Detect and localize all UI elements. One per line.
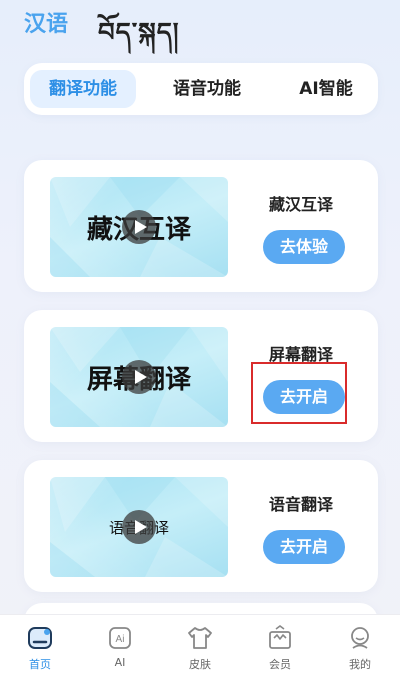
tab-ai[interactable]: AI智能 — [278, 70, 374, 108]
top-header: 汉语 བོད་སྐད། — [0, 0, 400, 50]
tab-translation[interactable]: 翻译功能 — [30, 70, 136, 108]
enable-button[interactable]: 去开启 — [263, 530, 345, 564]
nav-label: 我的 — [349, 658, 371, 671]
nav-ai[interactable]: Ai AI — [90, 623, 150, 669]
shirt-icon — [188, 627, 212, 649]
nav-label: AI — [114, 656, 126, 669]
feature-card-voice-translation: 语音翻译 语音翻译 去开启 — [24, 460, 378, 592]
home-icon — [28, 627, 52, 649]
play-icon[interactable] — [122, 360, 156, 394]
feature-card-screen-translation: 屏幕翻译 屏幕翻译 去开启 — [24, 310, 378, 442]
bottom-nav: 首页 Ai AI 皮肤 会员 我的 — [0, 614, 400, 677]
play-icon[interactable] — [122, 210, 156, 244]
highlight-box — [251, 362, 347, 424]
nav-label: 会员 — [269, 658, 291, 671]
language-chinese[interactable]: 汉语 — [24, 6, 68, 38]
svg-text:Ai: Ai — [116, 634, 125, 645]
card-title: 语音翻译 — [268, 495, 333, 514]
feature-card-tibetan-chinese: 藏汉互译 藏汉互译 去体验 — [24, 160, 378, 292]
nav-member[interactable]: 会员 — [250, 623, 310, 672]
nav-profile[interactable]: 我的 — [330, 623, 390, 672]
nav-skin[interactable]: 皮肤 — [170, 623, 230, 672]
try-button[interactable]: 去体验 — [263, 230, 345, 264]
card-title: 藏汉互译 — [268, 195, 333, 214]
video-thumbnail[interactable]: 语音翻译 — [50, 477, 228, 577]
nav-label: 首页 — [29, 658, 51, 671]
nav-label: 皮肤 — [189, 658, 211, 671]
ai-icon: Ai — [109, 627, 131, 649]
crown-icon — [269, 625, 291, 649]
nav-home[interactable]: 首页 — [10, 623, 70, 672]
profile-icon — [351, 627, 369, 649]
function-tabs: 翻译功能 语音功能 AI智能 — [24, 63, 378, 115]
video-thumbnail[interactable]: 藏汉互译 — [50, 177, 228, 277]
video-thumbnail[interactable]: 屏幕翻译 — [50, 327, 228, 427]
tab-voice[interactable]: 语音功能 — [152, 70, 262, 108]
play-icon[interactable] — [122, 510, 156, 544]
